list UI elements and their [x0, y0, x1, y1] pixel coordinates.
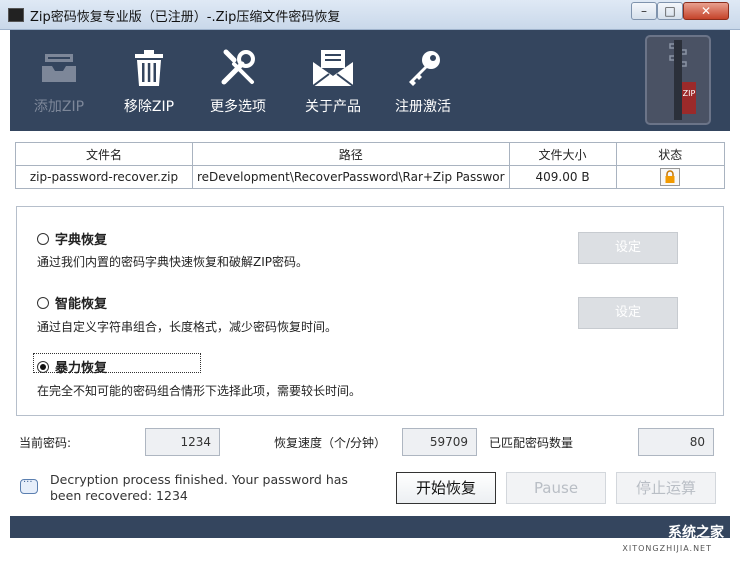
- dictionary-title: 字典恢复: [55, 233, 108, 248]
- remove-zip-button[interactable]: 移除ZIP: [106, 48, 192, 128]
- dictionary-option[interactable]: 字典恢复: [37, 229, 107, 248]
- column-header-filename[interactable]: 文件名: [15, 142, 193, 166]
- cell-path: reDevelopment\RecoverPassword\Rar+Zip Pa…: [192, 165, 510, 189]
- pause-button[interactable]: Pause: [506, 472, 606, 504]
- brute-radio[interactable]: [37, 360, 49, 373]
- dictionary-settings-button[interactable]: 设定: [578, 232, 678, 264]
- current-password-field: 1234: [145, 428, 220, 456]
- cell-size: 409.00 B: [508, 165, 617, 189]
- zip-logo: ZIP: [645, 35, 711, 125]
- maximize-button[interactable]: □: [657, 2, 683, 20]
- register-activate-button[interactable]: 注册激活: [380, 48, 466, 128]
- more-options-label: 更多选项: [210, 99, 266, 115]
- about-product-label: 关于产品: [305, 99, 361, 115]
- zip-logo-text: ZIP: [683, 89, 696, 98]
- app-icon: [8, 8, 24, 22]
- remove-zip-label: 移除ZIP: [123, 99, 175, 115]
- brute-desc: 在完全不知可能的密码组合情形下选择此项，需要较长时间。: [37, 384, 362, 398]
- column-header-status[interactable]: 状态: [615, 142, 726, 166]
- file-table: 文件名 路径 文件大小 状态 zip-password-recover.zip …: [15, 142, 726, 189]
- speed-label: 恢复速度（个/分钟）: [274, 436, 387, 450]
- dictionary-radio[interactable]: [37, 232, 49, 245]
- add-zip-button[interactable]: 添加ZIP: [16, 48, 102, 128]
- inbox-tray-icon: [42, 54, 76, 82]
- column-header-size[interactable]: 文件大小: [508, 142, 617, 166]
- table-row[interactable]: zip-password-recover.zip reDevelopment\R…: [15, 165, 726, 189]
- brute-option[interactable]: 暴力恢复: [37, 357, 107, 376]
- window-title: Zip密码恢复专业版（已注册）-.Zip压缩文件密码恢复: [30, 10, 341, 25]
- lock-icon: [660, 168, 681, 186]
- smart-desc: 通过自定义字符串组合，长度格式，减少密码恢复时间。: [37, 320, 338, 334]
- bottom-bar: [10, 516, 730, 538]
- stop-button[interactable]: 停止运算: [616, 472, 716, 504]
- envelope-icon: [312, 50, 354, 87]
- speed-field: 59709: [402, 428, 477, 456]
- watermark-subtext: XITONGZHIJIA.NET: [622, 544, 712, 553]
- toolbar: 添加ZIP 移除ZIP 更多选项 关于产品 注册激活 ZIP: [10, 30, 730, 131]
- register-activate-label: 注册激活: [395, 99, 451, 115]
- more-options-button[interactable]: 更多选项: [195, 48, 281, 128]
- message-icon: [20, 477, 38, 494]
- recovery-options-group: 字典恢复 通过我们内置的密码字典快速恢复和破解ZIP密码。 设定 智能恢复 通过…: [16, 206, 724, 416]
- brute-title: 暴力恢复: [55, 361, 108, 376]
- tools-icon: [221, 49, 255, 85]
- cell-filename: zip-password-recover.zip: [15, 165, 193, 189]
- cell-status: [615, 165, 726, 189]
- smart-radio[interactable]: [37, 296, 49, 309]
- watermark-logo: 系统之家: [668, 525, 724, 541]
- smart-option[interactable]: 智能恢复: [37, 293, 107, 312]
- about-product-button[interactable]: 关于产品: [290, 48, 376, 128]
- current-password-label: 当前密码:: [19, 436, 72, 450]
- status-message: Decryption process finished. Your passwo…: [50, 472, 348, 503]
- add-zip-label: 添加ZIP: [33, 99, 85, 115]
- matched-label: 已匹配密码数量: [489, 436, 574, 450]
- title-bar: Zip密码恢复专业版（已注册）-.Zip压缩文件密码恢复 – □ ✕: [0, 0, 740, 30]
- dictionary-desc: 通过我们内置的密码字典快速恢复和破解ZIP密码。: [37, 255, 308, 269]
- key-icon: [409, 51, 440, 86]
- table-header-row: 文件名 路径 文件大小 状态: [15, 142, 726, 166]
- smart-settings-button[interactable]: 设定: [578, 297, 678, 329]
- minimize-button[interactable]: –: [631, 2, 657, 20]
- start-recovery-button[interactable]: 开始恢复: [396, 472, 496, 504]
- matched-field: 80: [638, 428, 714, 456]
- trash-icon: [135, 50, 163, 86]
- smart-title: 智能恢复: [55, 297, 108, 312]
- close-button[interactable]: ✕: [683, 2, 729, 20]
- column-header-path[interactable]: 路径: [192, 142, 510, 166]
